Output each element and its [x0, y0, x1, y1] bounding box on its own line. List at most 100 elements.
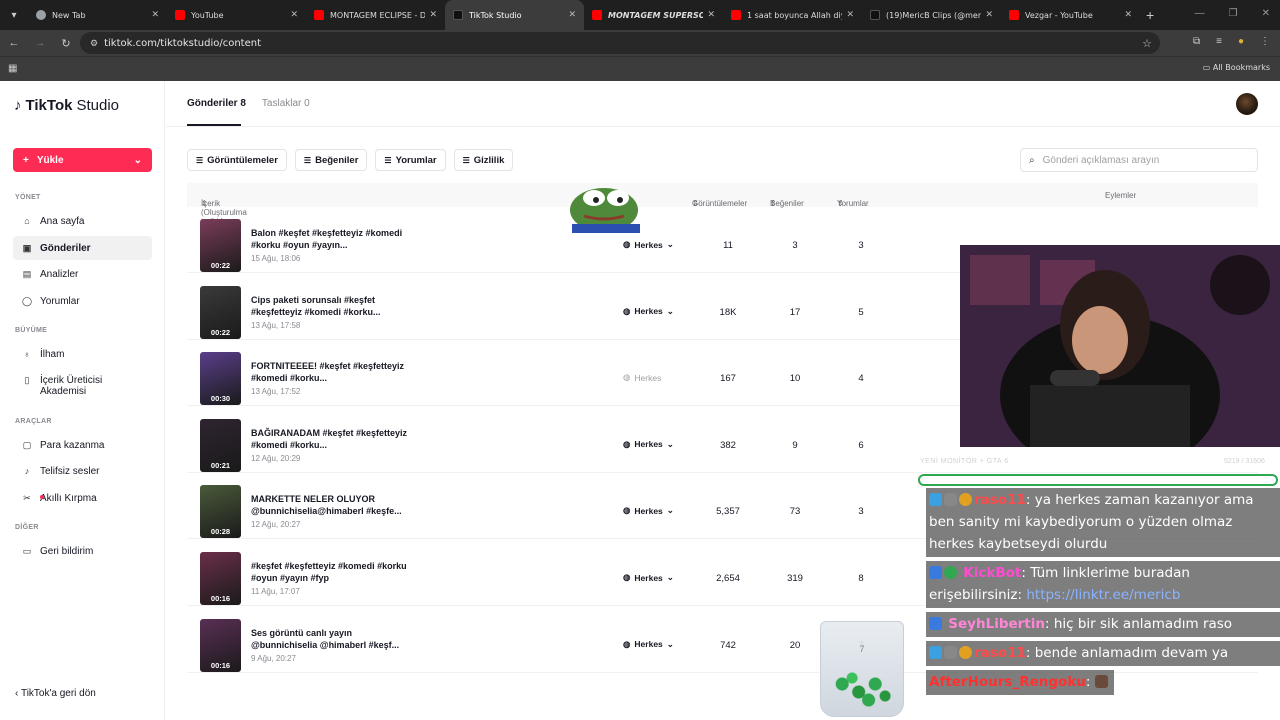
reload-icon[interactable]: ↻: [54, 37, 78, 50]
site-info-icon[interactable]: ⚙: [90, 38, 98, 49]
privacy-dropdown[interactable]: ◍ Herkes ⌄: [623, 439, 674, 450]
privacy-dropdown[interactable]: ◍ Herkes ⌄: [623, 505, 674, 516]
sidebar-item-monetize[interactable]: ▢ Para kazanma: [13, 433, 152, 457]
close-tab-icon[interactable]: ✕: [1124, 10, 1132, 20]
chat-username: KickBot: [963, 565, 1022, 581]
sidebar-item-feedback[interactable]: ▭ Geri bildirim: [13, 539, 152, 563]
chevron-left-icon: ‹: [15, 688, 19, 699]
filter-views-button[interactable]: ☰ Görüntülemeler: [187, 149, 287, 171]
address-bar[interactable]: ⚙ tiktok.com/tiktokstudio/content ☆: [80, 32, 1160, 54]
post-date: 13 Ağu, 17:58: [251, 320, 301, 330]
bookmarks-bar: ▦ ▭ All Bookmarks: [0, 56, 1280, 81]
sidebar-item-comments[interactable]: ◯ Yorumlar: [13, 289, 152, 313]
views-count: 11: [723, 240, 733, 251]
chevron-down-icon[interactable]: ⌄: [134, 155, 142, 166]
post-title[interactable]: Cips paketi sorunsalı #keşfet #keşfettey…: [251, 294, 416, 318]
extensions-icon[interactable]: ⧉: [1193, 36, 1200, 47]
avatar[interactable]: [1236, 93, 1258, 115]
chat-message: raso11: bende anlamadım devam ya: [926, 641, 1280, 666]
browser-tab-active[interactable]: TikTok Studio ✕: [445, 0, 584, 30]
chat-text: : hiç bir sik anlamadım raso: [1045, 616, 1233, 632]
privacy-dropdown[interactable]: ◍ Herkes ⌄: [623, 239, 674, 250]
webcam-overlay: [960, 245, 1280, 447]
forward-arrow-icon[interactable]: →: [28, 37, 52, 49]
video-thumbnail[interactable]: 00:30: [200, 352, 241, 406]
close-tab-icon[interactable]: ✕: [151, 10, 159, 20]
chat-message: SeyhLibertin: hiç bir sik anlamadım raso: [926, 612, 1280, 637]
browser-tab[interactable]: New Tab ✕: [28, 0, 167, 30]
tab-search-icon[interactable]: ▾: [0, 0, 28, 30]
close-tab-icon[interactable]: ✕: [707, 10, 715, 20]
media-icon[interactable]: ≡: [1216, 36, 1222, 47]
post-title[interactable]: MARKETTE NELER OLUYOR @bunnichiselia@him…: [251, 493, 416, 517]
maximize-icon[interactable]: ❐: [1229, 8, 1238, 19]
chat-link[interactable]: https://linktr.ee/mericb: [1026, 587, 1180, 603]
search-input[interactable]: ⌕ Gönderi açıklaması arayın: [1020, 148, 1258, 172]
favicon-icon: [36, 10, 46, 20]
filter-likes-button[interactable]: ☰ Beğeniler: [294, 149, 368, 171]
badge-icon: [929, 617, 942, 630]
video-thumbnail[interactable]: 00:22: [200, 285, 241, 339]
bookmark-star-icon[interactable]: ☆: [1142, 37, 1152, 50]
tab-drafts[interactable]: Taslaklar 0: [262, 98, 310, 109]
video-thumbnail[interactable]: 00:22: [200, 219, 241, 272]
profile-icon[interactable]: ●: [1238, 36, 1244, 47]
post-title[interactable]: BAĞIRANADAM #keşfet #keşfetteyiz #komedi…: [251, 427, 416, 451]
money-icon: ▢: [22, 439, 32, 450]
likes-count: 73: [789, 506, 801, 518]
privacy-dropdown[interactable]: ◍ Herkes ⌄: [623, 572, 674, 583]
post-title[interactable]: Ses görüntü canlı yayın @bunnichiselia @…: [251, 627, 416, 651]
filter-comments-button[interactable]: ☰ Yorumlar: [375, 149, 446, 171]
upload-button[interactable]: + Yükle ⌄: [13, 148, 152, 172]
close-window-icon[interactable]: ✕: [1262, 8, 1270, 19]
goal-count: 5219 / 31606: [1224, 458, 1265, 465]
likes-count: 319: [787, 573, 803, 584]
close-tab-icon[interactable]: ✕: [429, 10, 437, 20]
browser-tab[interactable]: MONTAGEM ECLIPSE - D... ✕: [306, 0, 445, 30]
sidebar-item-inspiration[interactable]: ♁ İlham: [13, 342, 152, 366]
search-placeholder: Gönderi açıklaması arayın: [1042, 154, 1160, 166]
badge-icon: [944, 566, 957, 579]
video-thumbnail[interactable]: 00:21: [200, 418, 241, 472]
post-title[interactable]: #keşfet #keşfetteyiz #komedi #korku #oyu…: [251, 560, 416, 584]
browser-tab[interactable]: Vezgar - YouTube ✕: [1001, 0, 1140, 30]
browser-tab[interactable]: MONTAGEM SUPERSONI... ✕: [584, 0, 723, 30]
filter-privacy-button[interactable]: ☰ Gizlilik: [453, 149, 514, 171]
post-title[interactable]: FORTNITEEEE! #keşfet #keşfetteyiz #komed…: [251, 360, 416, 384]
post-title[interactable]: Balon #keşfet #keşfetteyiz #komedi #kork…: [251, 227, 416, 251]
apps-grid-icon[interactable]: ▦: [8, 63, 17, 74]
menu-icon[interactable]: ⋮: [1260, 36, 1270, 47]
plus-icon: +: [23, 154, 29, 166]
browser-tab[interactable]: 1 saat boyunca Allah diye... ✕: [723, 0, 862, 30]
tiktok-studio-logo[interactable]: ♪ TikTok Studio: [14, 97, 119, 114]
privacy-dropdown[interactable]: ◍ Herkes ⌄: [623, 306, 674, 317]
badge-icon: [929, 493, 942, 506]
sidebar-item-label: Telifsiz sesler: [40, 465, 100, 477]
back-to-tiktok-link[interactable]: ‹ TikTok'a geri dön: [15, 688, 96, 699]
browser-tab[interactable]: YouTube ✕: [167, 0, 306, 30]
privacy-dropdown[interactable]: ◍ Herkes ⌄: [623, 639, 674, 650]
sidebar-item-smart-cut[interactable]: ✂ Akıllı Kırpma: [13, 486, 152, 510]
tab-posts[interactable]: Gönderiler 8: [187, 98, 246, 109]
minimize-icon[interactable]: —: [1195, 8, 1205, 19]
all-bookmarks[interactable]: ▭ All Bookmarks: [1203, 63, 1270, 72]
sidebar-item-free-sounds[interactable]: ♪ Telifsiz sesler: [13, 459, 152, 483]
youtube-favicon-icon: [314, 10, 324, 20]
browser-tab[interactable]: (19)MericB Clips (@meric...✕: [862, 0, 1001, 30]
video-thumbnail[interactable]: 00:28: [200, 485, 241, 539]
video-thumbnail[interactable]: 00:16: [200, 618, 241, 672]
sidebar-item-academy[interactable]: ▯ İçerik Üreticisi Akademisi: [13, 373, 152, 399]
video-duration: 00:22: [210, 327, 231, 337]
close-tab-icon[interactable]: ✕: [985, 10, 993, 20]
close-tab-icon[interactable]: ✕: [846, 10, 854, 20]
privacy-dropdown[interactable]: ◍ Herkes: [623, 372, 661, 383]
close-tab-icon[interactable]: ✕: [568, 10, 576, 20]
sidebar-item-posts[interactable]: ▣ Gönderiler: [13, 236, 152, 260]
sidebar-item-analytics[interactable]: ▤ Analizler: [13, 262, 152, 286]
close-tab-icon[interactable]: ✕: [290, 10, 298, 20]
home-icon: ⌂: [24, 216, 30, 226]
video-thumbnail[interactable]: 00:16: [200, 552, 241, 605]
new-tab-icon[interactable]: +: [1146, 7, 1154, 23]
back-arrow-icon[interactable]: ←: [2, 37, 26, 49]
sidebar-item-home[interactable]: ⌂ Ana sayfa: [13, 209, 152, 233]
